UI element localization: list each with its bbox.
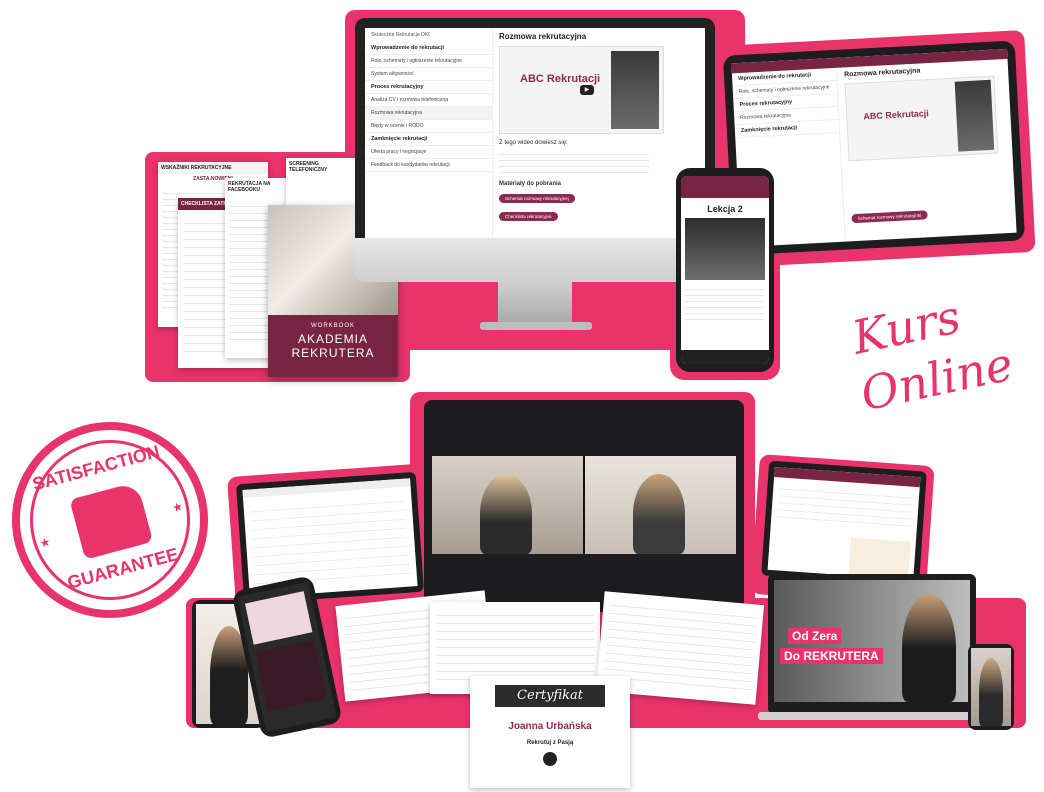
tablet-module-title: Rozmowa rekrutacyjna xyxy=(843,67,921,79)
tablet-video-title: ABC Rekrutacji xyxy=(863,108,930,122)
workbook-label: WORKBOOK xyxy=(310,323,355,329)
breadcrumb: Skuteczna Rekrutacja OKI xyxy=(371,32,430,38)
module-title: Rozmowa rekrutacyjna xyxy=(499,32,587,41)
lesson-item-active[interactable]: Rozmowa rekrutacyjna xyxy=(365,107,492,120)
laptop-promo-base xyxy=(758,712,986,720)
workbook-band: WORKBOOK AKADEMIA REKRUTERA xyxy=(268,315,398,377)
certificate-brand: Rekrutuj z Pasją xyxy=(526,740,574,746)
section-closing[interactable]: Zamknięcie rekrutacji xyxy=(365,133,492,146)
phone-video[interactable] xyxy=(685,218,765,280)
laptop-center xyxy=(424,400,744,612)
lesson-item[interactable]: Oferta pracy i negocjacje xyxy=(365,146,492,159)
lesson-item[interactable]: System aktywności xyxy=(365,68,492,81)
laptop-left-screen xyxy=(242,478,418,598)
promo-line-1: Od Zera xyxy=(788,628,842,644)
download-button-2[interactable]: Checklista rekrutacyjna xyxy=(499,212,558,221)
video-tile-right xyxy=(585,456,736,554)
tablet-screen: Wprowadzenie do rekrutacji Role, schemat… xyxy=(731,48,1017,248)
note-lines xyxy=(499,149,649,175)
certificate: Certyfikat Joanna Urbańska Rekrutuj z Pa… xyxy=(470,676,630,788)
lesson-item[interactable]: Feedback do kandydatów rekrutacji xyxy=(365,159,492,172)
certificate-seal-icon xyxy=(543,752,557,766)
course-sidebar: Skuteczna Rekrutacja OKI Wprowadzenie do… xyxy=(365,28,493,238)
video-player[interactable]: ABC Rekrutacji ▶ xyxy=(499,46,664,134)
section-process[interactable]: Proces rekrutacyjny xyxy=(365,81,492,94)
form-lines xyxy=(775,482,915,532)
video-title: ABC Rekrutacji xyxy=(520,73,601,85)
phone-screen: Lekcja 2 xyxy=(681,176,769,364)
promo-line-2: Do REKRUTERA xyxy=(780,648,883,664)
imac-base xyxy=(480,322,592,330)
imac-stand xyxy=(498,282,572,324)
phone-tilted-card xyxy=(255,640,327,712)
video-person xyxy=(611,51,659,129)
host-avatar xyxy=(979,658,1003,726)
workbook-title-2: REKRUTERA xyxy=(291,346,375,360)
host-avatar xyxy=(902,594,956,702)
workbook-title-1: AKADEMIA xyxy=(297,332,368,346)
video-tile-left xyxy=(432,456,583,554)
phone-lesson-label: Lekcja 2 xyxy=(707,204,743,214)
lesson-item[interactable]: Błędy w ocenie i RODO xyxy=(365,120,492,133)
participant-avatar xyxy=(480,474,532,554)
phone-text-lines xyxy=(685,284,765,324)
video-person xyxy=(954,79,995,152)
phone-small-right-screen xyxy=(971,648,1011,726)
tablet-video[interactable]: ABC Rekrutacji xyxy=(844,75,999,162)
workbook-lines xyxy=(436,608,594,686)
imac-screen: Skuteczna Rekrutacja OKI Wprowadzenie do… xyxy=(365,28,705,238)
phone-toolbar xyxy=(681,350,769,364)
certificate-name: Joanna Urbańska xyxy=(508,721,592,732)
video-call-screen xyxy=(432,456,736,554)
worksheet-4-title: SCREENING TELEFONICZNY xyxy=(289,161,328,173)
phone-header xyxy=(681,176,769,198)
course-main: Rozmowa rekrutacyjna ABC Rekrutacji ▶ Z … xyxy=(499,32,699,223)
phone-small-right xyxy=(968,644,1014,730)
form-lines xyxy=(249,492,412,592)
laptop-promo: Od Zera Do REKRUTERA xyxy=(768,574,976,714)
tablet-download-button[interactable]: Schemat rozmowy rekrutacyjnej xyxy=(851,210,928,224)
imac-chin xyxy=(355,238,715,282)
worksheet-3-title: REKRUTACJA NA FACEBOOKU xyxy=(228,181,271,193)
imac-monitor: Skuteczna Rekrutacja OKI Wprowadzenie do… xyxy=(355,18,715,263)
laptop-right-screen xyxy=(767,467,921,580)
section-intro[interactable]: Wprowadzenie do rekrutacji xyxy=(365,42,492,55)
smartphone: Lekcja 2 xyxy=(676,168,774,372)
laptop-right xyxy=(761,460,927,587)
participant-avatar xyxy=(633,474,685,554)
certificate-title: Certyfikat xyxy=(495,685,605,707)
play-icon[interactable]: ▶ xyxy=(580,85,594,95)
phone-tilted-banner xyxy=(244,591,313,645)
video-note: Z tego wideo dowiesz się: xyxy=(499,140,568,146)
worksheet-1-title: WSKAŹNIKI REKRUTACYJNE xyxy=(158,162,268,174)
promo-collage: WSKAŹNIKI REKRUTACYJNE ZASTA.NOWIENI CHE… xyxy=(0,0,1044,792)
lesson-item[interactable]: Analiza CV i rozmowa telefoniczna xyxy=(365,94,492,107)
promo-screen: Od Zera Do REKRUTERA xyxy=(774,580,970,702)
download-button-1[interactable]: Schemat rozmowy rekrutacyjnej xyxy=(499,194,575,203)
lesson-item[interactable]: Role, schematy i ogłoszenie rekrutacyjne xyxy=(365,55,492,68)
